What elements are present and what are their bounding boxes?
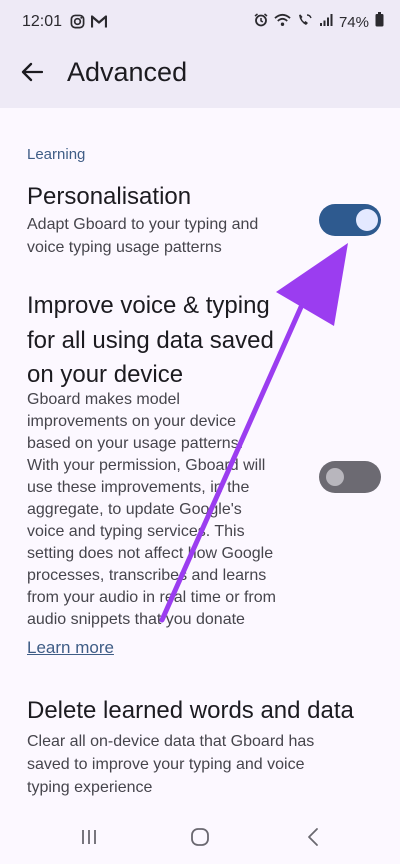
instagram-icon: [70, 14, 85, 34]
nav-back-button[interactable]: [293, 824, 333, 854]
page-title: Advanced: [67, 57, 188, 87]
gmail-icon: [90, 14, 108, 34]
setting-title: Personalisation: [27, 183, 192, 210]
battery-icon: [375, 12, 384, 32]
toggle-thumb: [356, 209, 378, 231]
setting-description-line: With your permission, Gboard will: [27, 457, 266, 474]
setting-title: Delete learned words and data: [27, 697, 354, 724]
recents-button[interactable]: [69, 824, 109, 854]
setting-description-line: Gboard makes model: [27, 391, 180, 408]
status-bar: 12:01 74%: [0, 0, 400, 44]
battery-percent: 74%: [338, 13, 369, 31]
setting-title-line: Improve voice & typing: [27, 292, 270, 319]
setting-description-line: Clear all on-device data that Gboard has: [27, 733, 315, 750]
back-icon: [306, 827, 320, 852]
status-right: 74%: [254, 12, 384, 32]
setting-description-line: improvements on your device: [27, 413, 236, 430]
setting-description-line: audio snippets that you donate: [27, 611, 245, 628]
arrow-back-icon: [21, 62, 44, 87]
setting-description-line: saved to improve your typing and voice: [27, 756, 305, 773]
setting-description-line: aggregate, to update Google's: [27, 501, 242, 518]
wifi-icon: [274, 13, 291, 32]
section-header-learning: Learning: [27, 146, 86, 163]
setting-description-line: from your audio in real time or from: [27, 589, 276, 606]
app-bar: Advanced: [0, 44, 400, 104]
nav-bar: [0, 814, 400, 864]
setting-description-line: based on your usage patterns.: [27, 435, 244, 452]
top-area: 12:01 74% Advanced: [0, 0, 400, 108]
wifi-calling-icon: [297, 13, 313, 32]
setting-description-line: processes, transcribes and learns: [27, 567, 267, 584]
setting-description-line: Adapt Gboard to your typing and: [27, 216, 259, 233]
setting-description-line: setting does not affect how Google: [27, 545, 274, 562]
improve-voice-typing-toggle[interactable]: [319, 461, 381, 493]
setting-description-line: voice and typing services. This: [27, 523, 245, 540]
setting-description-line: voice typing usage patterns: [27, 239, 222, 256]
back-button[interactable]: [14, 56, 50, 92]
home-icon: [190, 827, 210, 852]
status-time: 12:01: [22, 13, 63, 30]
recents-icon: [80, 828, 98, 851]
toggle-thumb: [326, 468, 344, 486]
status-left-icons: [70, 14, 108, 34]
personalisation-toggle[interactable]: [319, 204, 381, 236]
setting-title-line: for all using data saved: [27, 327, 274, 354]
signal-icon: [319, 13, 333, 32]
alarm-icon: [254, 12, 268, 32]
learn-more-link[interactable]: Learn more: [27, 638, 114, 658]
setting-description-line: use these improvements, in the: [27, 479, 250, 496]
annotation-arrow-head: [276, 243, 348, 326]
home-button[interactable]: [180, 824, 220, 854]
setting-description-line: typing experience: [27, 779, 153, 796]
setting-title-line: on your device: [27, 361, 184, 388]
